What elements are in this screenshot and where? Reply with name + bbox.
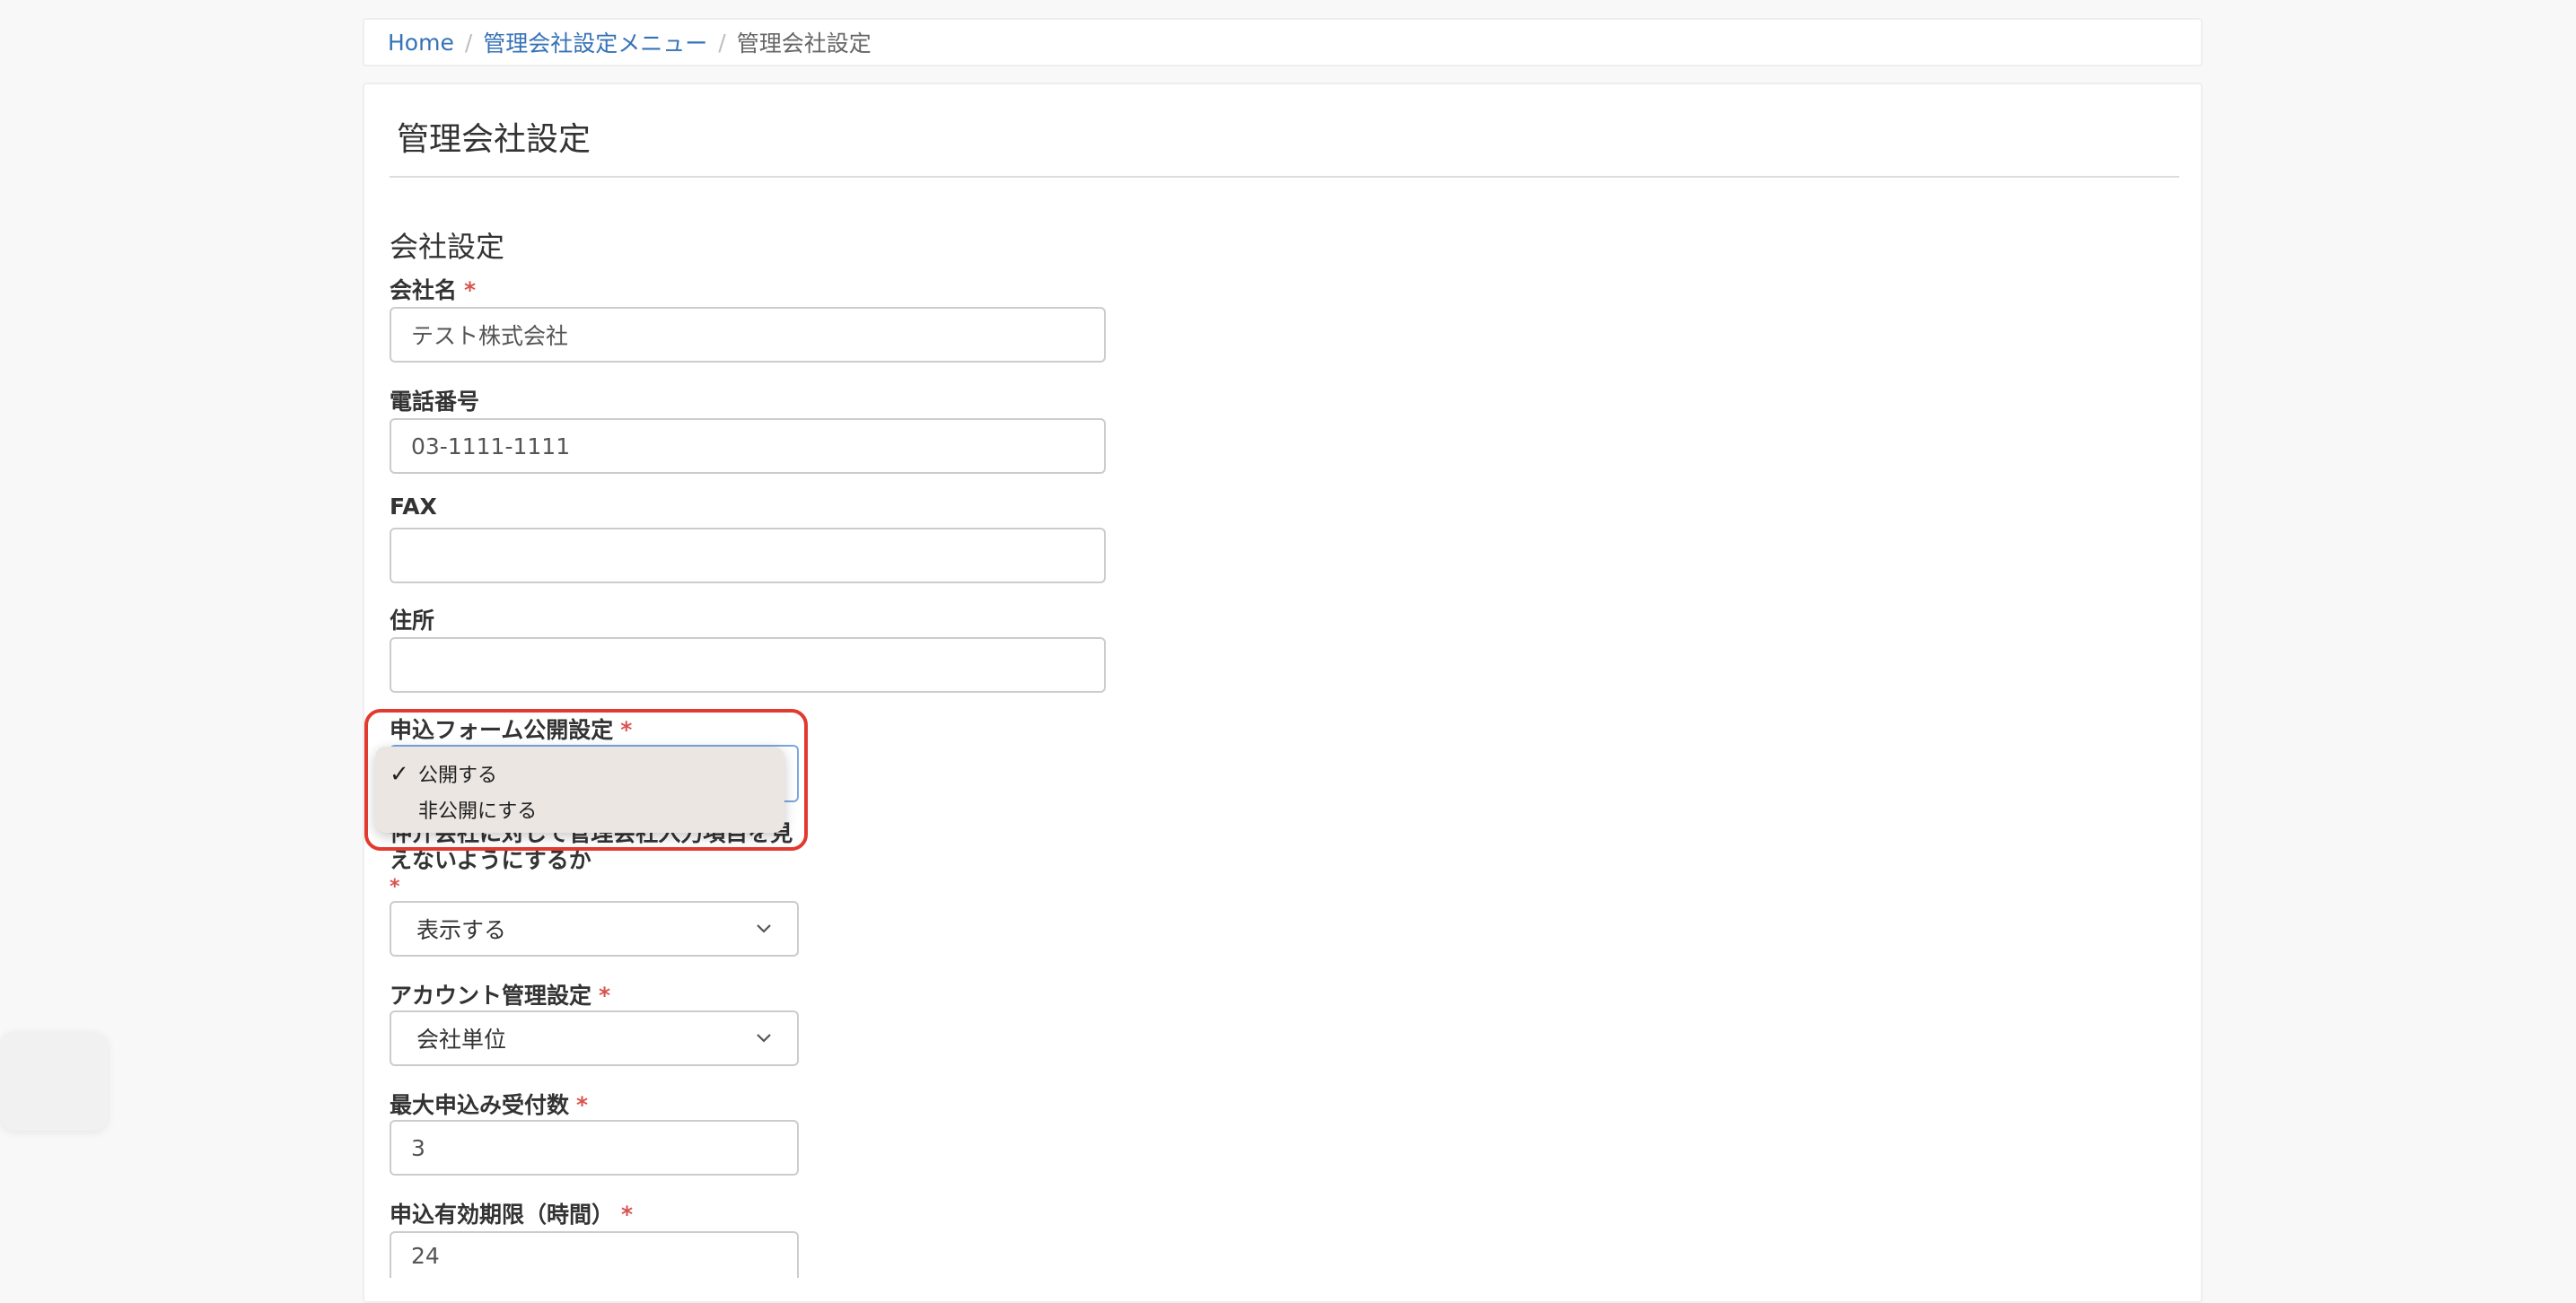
- phone-input[interactable]: 03-1111-1111: [390, 418, 1106, 474]
- address-input[interactable]: [390, 637, 1106, 693]
- expiry-hours-label-text: 申込有効期限（時間）: [390, 1202, 615, 1228]
- account-label-text: アカウント管理設定: [390, 983, 592, 1009]
- max-applications-label-text: 最大申込み受付数: [390, 1092, 570, 1118]
- breadcrumb-separator: /: [464, 29, 473, 56]
- breadcrumb-menu-link[interactable]: 管理会社設定メニュー: [483, 26, 707, 58]
- fax-label: FAX: [390, 494, 437, 520]
- phone-value: 03-1111-1111: [411, 433, 571, 459]
- hide-setting-select[interactable]: 表示する: [390, 901, 799, 957]
- company-name-label-text: 会社名: [390, 277, 458, 303]
- required-mark: *: [576, 1092, 589, 1118]
- chevron-down-icon: [756, 923, 772, 934]
- account-value: 会社単位: [416, 1027, 507, 1053]
- floating-widget[interactable]: [0, 1032, 108, 1131]
- page-title: 管理会社設定: [397, 121, 591, 158]
- expiry-hours-value: 24: [411, 1242, 440, 1269]
- breadcrumb-current: 管理会社設定: [736, 31, 872, 57]
- company-name-label: 会社名 *: [390, 273, 476, 305]
- breadcrumb-separator: /: [718, 29, 726, 56]
- max-applications-label: 最大申込み受付数 *: [390, 1088, 588, 1120]
- chevron-down-icon: [756, 1033, 772, 1044]
- company-name-value: テスト株式会社: [411, 323, 569, 349]
- account-label: アカウント管理設定 *: [390, 978, 610, 1010]
- section-title: 会社設定: [390, 230, 505, 264]
- hide-setting-value: 表示する: [416, 917, 507, 943]
- required-mark: *: [599, 983, 611, 1009]
- required-mark: *: [390, 876, 400, 898]
- phone-label: 電話番号: [390, 389, 480, 415]
- account-select[interactable]: 会社単位: [390, 1010, 799, 1066]
- hide-setting-label-line2: えないようにするか: [390, 847, 591, 873]
- fax-input[interactable]: [390, 528, 1106, 583]
- required-mark: *: [464, 277, 477, 303]
- address-label: 住所: [390, 608, 435, 634]
- max-applications-value: 3: [411, 1134, 425, 1161]
- highlight-outline: [364, 709, 808, 851]
- expiry-hours-input[interactable]: 24: [390, 1231, 799, 1278]
- max-applications-input[interactable]: 3: [390, 1120, 799, 1176]
- title-divider: [390, 176, 2179, 178]
- expiry-hours-label: 申込有効期限（時間） *: [390, 1197, 633, 1229]
- breadcrumb-home-link[interactable]: Home: [388, 30, 454, 56]
- required-mark: *: [621, 1202, 634, 1228]
- breadcrumb: Home / 管理会社設定メニュー / 管理会社設定: [363, 18, 2203, 66]
- company-name-input[interactable]: テスト株式会社: [390, 307, 1106, 363]
